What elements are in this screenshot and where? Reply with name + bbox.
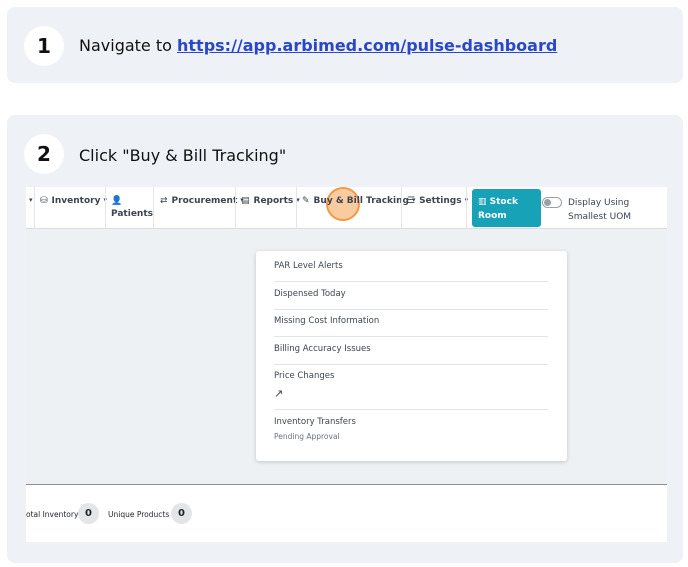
nav-settings-label: Settings [419, 196, 462, 206]
menu-item-inventory-transfers[interactable]: Inventory Transfers Pending Approval [274, 417, 548, 441]
file-icon: ▤ [241, 196, 250, 206]
nav-buy-bill-tracking[interactable]: ✎ Buy & Bill Tracking ▾ [302, 187, 415, 229]
app-screenshot: ▾ ⛁ Inventory ▾ 👤 Patients ⇄ Procurement… [26, 187, 667, 542]
stock-room-label-line2: Room [478, 211, 507, 221]
step-number: 1 [24, 26, 64, 66]
menu-divider [274, 336, 548, 337]
menu-item-price-changes[interactable]: Price Changes ↗ [274, 371, 548, 400]
menu-divider [274, 309, 548, 310]
nav-procurement[interactable]: ⇄ Procurement ▾ [160, 187, 244, 229]
menu-item-billing-accuracy-issues[interactable]: Billing Accuracy Issues [274, 344, 548, 354]
nav-divider [105, 187, 106, 229]
nav-procurement-label: Procurement [171, 196, 238, 206]
step-instruction-prefix: Navigate to [79, 36, 177, 55]
nav-divider [34, 187, 35, 229]
step-1-card: 1 Navigate to https://app.arbimed.com/pu… [7, 7, 683, 83]
stock-room-button[interactable]: ▥ Stock Room [472, 189, 541, 227]
stats-bar: otal Inventory 0 Unique Products 0 [26, 484, 667, 542]
cubes-icon: ⛁ [40, 196, 48, 206]
total-inventory-label: otal Inventory [26, 510, 79, 519]
sliders-icon: ☰ [407, 196, 416, 206]
top-navbar: ▾ ⛁ Inventory ▾ 👤 Patients ⇄ Procurement… [26, 187, 667, 229]
nav-divider [466, 187, 467, 229]
nav-settings[interactable]: ☰ Settings ▾ [407, 187, 468, 229]
nav-divider [296, 187, 297, 229]
menu-item-price-changes-label: Price Changes [274, 371, 335, 381]
menu-divider [274, 364, 548, 365]
menu-item-inventory-transfers-label: Inventory Transfers [274, 417, 356, 427]
unique-products-count: 0 [171, 503, 192, 524]
stock-room-label-line1: Stock [489, 197, 518, 207]
toggle-knob [544, 199, 551, 206]
nav-divider [235, 187, 236, 229]
nav-patients-label: Patients [111, 209, 153, 219]
menu-item-par-level-alerts[interactable]: PAR Level Alerts [274, 261, 548, 271]
smallest-uom-label: Display Using Smallest UOM [568, 198, 632, 222]
nav-reports-label: Reports [253, 196, 294, 206]
nav-inventory-label: Inventory [51, 196, 101, 206]
menu-divider [274, 409, 548, 410]
menu-divider [274, 281, 548, 282]
step-2-card: 2 Click "Buy & Bill Tracking" ▾ ⛁ Invent… [7, 115, 683, 563]
user-icon: 👤 [111, 196, 123, 206]
buy-bill-dropdown-menu: PAR Level Alerts Dispensed Today Missing… [256, 251, 567, 461]
step-instruction: Click "Buy & Bill Tracking" [79, 146, 287, 165]
total-inventory-count: 0 [78, 503, 99, 524]
exchange-icon: ⇄ [160, 196, 168, 206]
barcode-icon: ▥ [478, 197, 490, 207]
menu-item-inventory-transfers-sub: Pending Approval [274, 432, 340, 441]
nav-reports[interactable]: ▤ Reports ▾ [241, 187, 300, 229]
menu-item-dispensed-today[interactable]: Dispensed Today [274, 289, 548, 299]
nav-inventory[interactable]: ⛁ Inventory ▾ [40, 187, 107, 229]
nav-patients[interactable]: 👤 Patients [111, 187, 153, 229]
nav-divider [153, 187, 154, 229]
pen-icon: ✎ [302, 196, 310, 206]
unique-products-label: Unique Products [108, 510, 170, 519]
nav-overflow-caret[interactable]: ▾ [26, 187, 34, 229]
nav-divider [401, 187, 402, 229]
menu-item-missing-cost-information[interactable]: Missing Cost Information [274, 316, 548, 326]
step-instruction: Navigate to https://app.arbimed.com/puls… [79, 36, 557, 55]
nav-buy-bill-label: Buy & Bill Tracking [313, 196, 409, 206]
dashboard-link[interactable]: https://app.arbimed.com/pulse-dashboard [177, 36, 557, 55]
step-number: 2 [24, 134, 64, 174]
trend-up-icon: ↗ [274, 387, 284, 400]
smallest-uom-toggle[interactable] [542, 197, 562, 208]
